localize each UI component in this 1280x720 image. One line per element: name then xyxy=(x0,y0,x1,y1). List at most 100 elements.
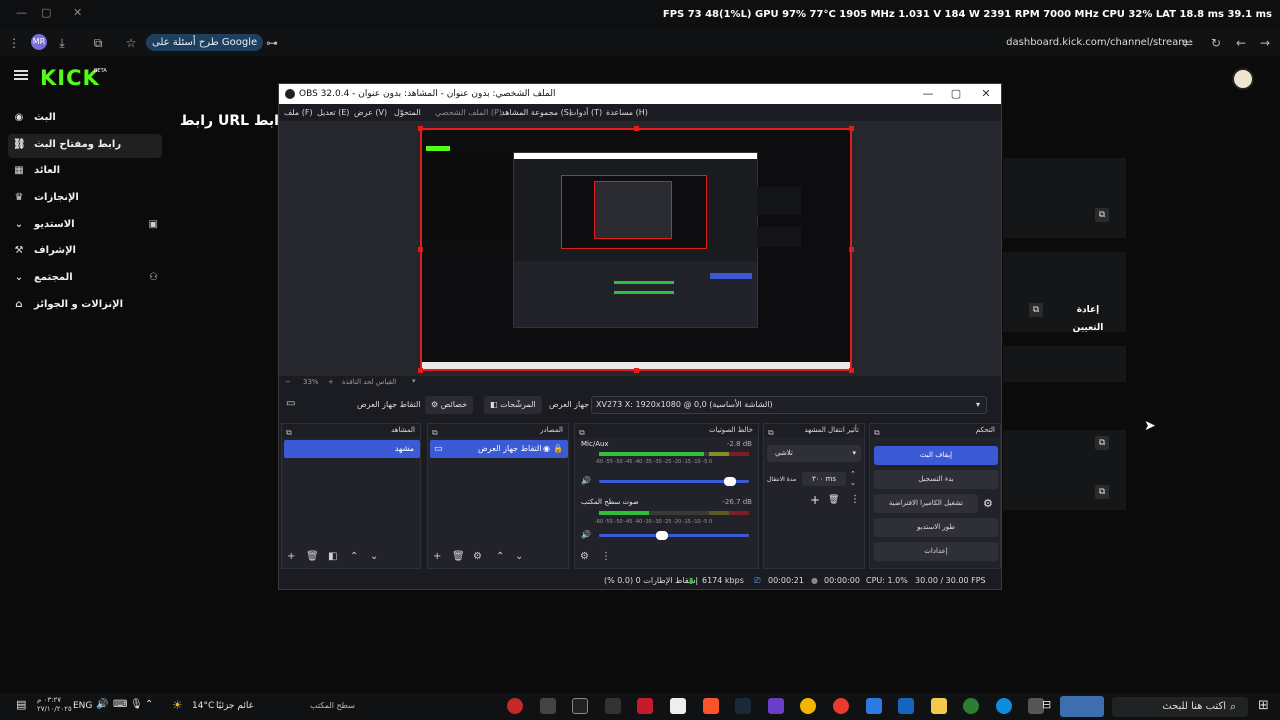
edge-taskbar-icon[interactable] xyxy=(996,698,1012,714)
chrome-taskbar-icon[interactable] xyxy=(833,698,849,714)
search-highlight-image[interactable] xyxy=(1060,696,1104,717)
speaker-icon[interactable]: 🔊 xyxy=(581,476,591,485)
app-taskbar-icon[interactable] xyxy=(637,698,653,714)
user-avatar[interactable] xyxy=(1232,68,1254,90)
add-icon[interactable]: + xyxy=(810,493,820,507)
sidebar-item-drops[interactable]: ⌂ الإنزالات و الجوائز xyxy=(8,294,162,318)
advanced-audio-icon[interactable]: ⚙ xyxy=(580,551,589,562)
copy-icon[interactable]: ⧉ xyxy=(1095,208,1109,222)
menu-tools[interactable]: أدوات (T) xyxy=(569,108,602,117)
eye-icon[interactable]: ◉ xyxy=(543,440,550,458)
profile-avatar[interactable]: MR xyxy=(31,34,47,50)
speaker-icon[interactable]: 🔊 xyxy=(581,530,591,539)
move-up-icon[interactable]: ⌃ xyxy=(496,551,504,562)
transform-handle[interactable] xyxy=(849,247,854,252)
reset-key-button[interactable]: إعادة التعيين xyxy=(1060,301,1116,333)
network-icon[interactable]: ⌨ xyxy=(113,699,127,710)
slider-knob[interactable] xyxy=(656,531,668,540)
minimize-icon[interactable]: — xyxy=(917,86,939,102)
zoom-out-button[interactable]: − xyxy=(285,378,291,386)
zoom-fit-label[interactable]: القياس لحد النافذة xyxy=(342,378,396,386)
maximize-icon[interactable]: ▢ xyxy=(945,86,967,102)
add-icon[interactable]: + xyxy=(287,551,295,562)
app-taskbar-icon[interactable] xyxy=(605,698,621,714)
volume-slider[interactable] xyxy=(599,477,749,486)
screenshot-icon[interactable]: ⧉ xyxy=(89,34,107,52)
menu-profile[interactable]: الملف الشخصي (P) xyxy=(435,108,502,117)
filter-icon[interactable]: ◧ xyxy=(328,551,337,562)
sidebar-item-stream[interactable]: ◉ البث xyxy=(8,107,162,131)
slider-knob[interactable] xyxy=(724,477,736,486)
download-icon[interactable]: ⤓ xyxy=(53,34,71,52)
sidebar-item-moderation[interactable]: ⚒ الإشراف xyxy=(8,240,162,264)
preview-canvas[interactable] xyxy=(418,126,854,373)
sidebar-item-revenue[interactable]: ▦ العائد xyxy=(8,160,162,184)
dock-float-icon[interactable]: ⧉ xyxy=(286,426,292,439)
lock-icon[interactable]: 🔒 xyxy=(553,440,563,458)
app-taskbar-icon[interactable] xyxy=(898,698,914,714)
menu-file[interactable]: ملف (F) xyxy=(284,108,313,117)
obs-titlebar[interactable]: OBS 32.0.4 - الملف الشخصي: بدون عنوان - … xyxy=(279,84,1001,104)
menu-view[interactable]: عرض (V) xyxy=(354,108,387,117)
capcut-taskbar-icon[interactable] xyxy=(572,698,588,714)
copy-icon[interactable]: ⧉ xyxy=(1095,436,1109,450)
stop-streaming-button[interactable]: إيقاف البث xyxy=(874,446,998,465)
menu-scene-collection[interactable]: مجموعة المشاهد (S) xyxy=(501,108,572,117)
transform-handle[interactable] xyxy=(418,247,423,252)
gear-icon[interactable]: ⚙ xyxy=(473,551,482,562)
studio-mode-button[interactable]: طور الاستديو xyxy=(874,518,998,537)
app-taskbar-icon[interactable] xyxy=(540,698,556,714)
close-icon[interactable]: ✕ xyxy=(73,6,82,19)
properties-button[interactable]: ⚙ خصائص xyxy=(425,396,474,414)
settings-button[interactable]: إعدادات xyxy=(874,542,998,561)
hamburger-menu-icon[interactable] xyxy=(14,70,28,80)
menu-dots-icon[interactable]: ⋮ xyxy=(5,34,23,52)
windows-start-icon[interactable]: ⊞ xyxy=(1258,698,1269,713)
reload-icon[interactable]: ↻ xyxy=(1207,34,1225,52)
move-down-icon[interactable]: ⌄ xyxy=(515,551,523,562)
weather-temp[interactable]: 14°C xyxy=(192,701,214,711)
add-icon[interactable]: + xyxy=(433,551,441,562)
scene-item[interactable]: مشهد xyxy=(284,440,420,458)
trash-icon[interactable]: 🗑 xyxy=(306,551,319,562)
volume-icon[interactable]: 🔊 xyxy=(96,699,108,710)
menu-dots-icon[interactable]: ⋮ xyxy=(850,494,860,505)
tray-expand-icon[interactable]: ⌃ xyxy=(145,699,153,710)
transform-handle[interactable] xyxy=(849,368,854,373)
menu-dots-icon[interactable]: ⋮ xyxy=(601,551,611,562)
display-select[interactable]: XV273 X: 1920x1080 @ 0,0 (الشاشة الأساسي… xyxy=(591,396,987,414)
back-icon[interactable]: ← xyxy=(1232,34,1250,52)
move-down-icon[interactable]: ⌄ xyxy=(370,551,378,562)
steam-taskbar-icon[interactable] xyxy=(735,698,751,714)
menu-help[interactable]: مساعدة (H) xyxy=(606,108,648,117)
translate-icon[interactable]: ⊶ xyxy=(263,34,281,52)
app-taskbar-icon[interactable] xyxy=(768,698,784,714)
dock-float-icon[interactable]: ⧉ xyxy=(432,426,438,439)
zoom-in-button[interactable]: + xyxy=(328,378,334,386)
star-icon[interactable]: ☆ xyxy=(122,34,140,52)
transform-handle[interactable] xyxy=(634,368,639,373)
file-taskbar-icon[interactable] xyxy=(670,698,686,714)
transition-select[interactable]: تلاشي ▾ xyxy=(767,445,861,462)
trash-icon[interactable]: 🗑 xyxy=(828,495,839,505)
google-ask-chip[interactable]: طرح أسئلة على Google xyxy=(146,34,264,51)
trash-icon[interactable]: 🗑 xyxy=(452,551,465,562)
transform-handle[interactable] xyxy=(418,126,423,131)
kick-logo[interactable]: KICK xyxy=(40,66,100,90)
transform-handle[interactable] xyxy=(418,368,423,373)
sidebar-item-studio[interactable]: ⌄ الاستديو ▣ xyxy=(8,214,162,238)
notification-icon[interactable]: ▤ xyxy=(16,698,26,711)
obs-taskbar-icon[interactable] xyxy=(507,698,523,714)
volume-slider[interactable] xyxy=(599,531,749,540)
app-taskbar-icon[interactable] xyxy=(866,698,882,714)
brave-taskbar-icon[interactable] xyxy=(703,698,719,714)
duration-input[interactable]: ٣٠٠ ms xyxy=(802,472,846,486)
desktop-toolbar-label[interactable]: سطح المكتب xyxy=(310,701,355,710)
mic-icon[interactable]: 🎙 xyxy=(130,699,143,710)
language-indicator[interactable]: ENG xyxy=(73,701,92,711)
menu-docks[interactable]: المتحوّل xyxy=(394,108,421,117)
virtual-camera-button[interactable]: تشغيل الكاميرا الافتراضية xyxy=(874,494,978,513)
copy-icon[interactable]: ⧉ xyxy=(1029,303,1043,317)
address-bar-url[interactable]: dashboard.kick.com/channel/stream xyxy=(1006,37,1188,48)
dock-float-icon[interactable]: ⧉ xyxy=(579,426,585,439)
